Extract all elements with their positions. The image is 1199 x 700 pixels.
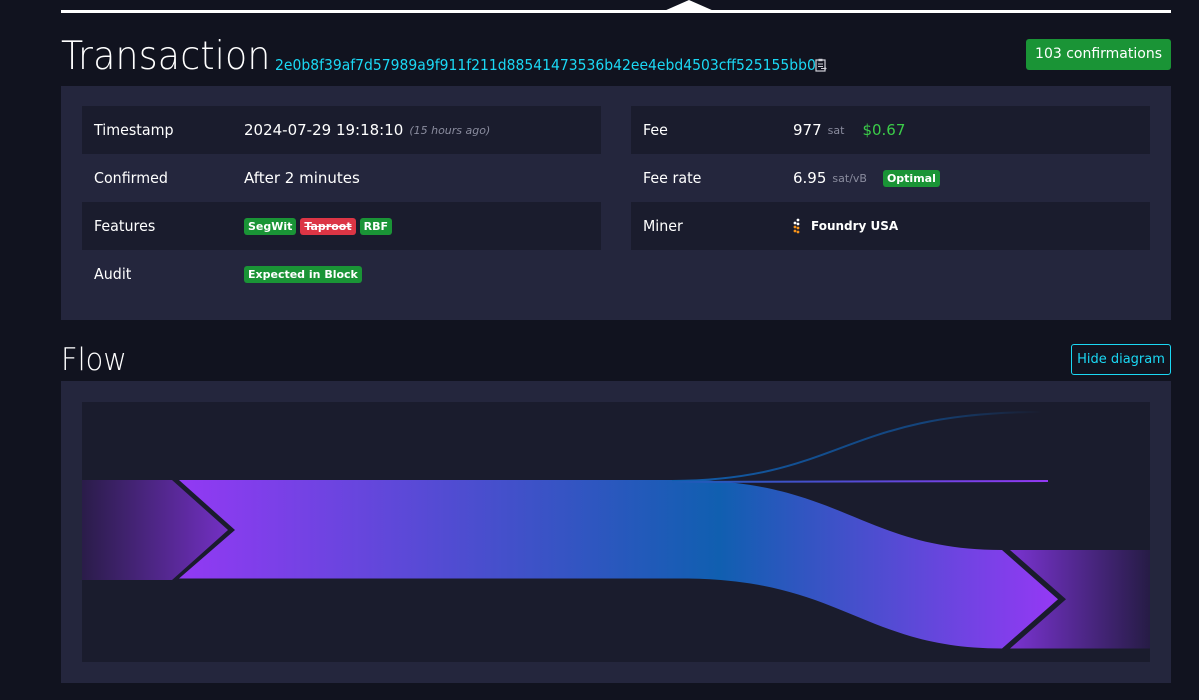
- segwit-badge[interactable]: SegWit: [244, 217, 297, 235]
- timestamp-label: Timestamp: [94, 121, 174, 139]
- transaction-header: Transaction 2e0b8f39af7d57989a9f911f211d…: [61, 32, 1171, 82]
- small-output-flow-line[interactable]: [671, 480, 1049, 483]
- flow-diagram[interactable]: [82, 402, 1150, 662]
- main-flow-band[interactable]: [179, 480, 1058, 649]
- confirmations-badge: 103 confirmations: [1026, 39, 1171, 70]
- details-right-column: Fee 977 sat $0.67 Fee rate 6.95 sat/vB O…: [631, 106, 1150, 250]
- foundry-logo-icon: [793, 218, 800, 234]
- audit-value: Expected in Block: [244, 265, 362, 283]
- fee-unit: sat: [827, 123, 845, 137]
- fee-rate-value: 6.95: [793, 169, 827, 187]
- fee-rate-badge: Optimal: [882, 169, 940, 187]
- fee-rate-value-group: 6.95 sat/vB Optimal: [793, 169, 940, 187]
- fee-fiat: $0.67: [862, 121, 906, 139]
- miner-value-group[interactable]: Foundry USA: [793, 218, 898, 234]
- audit-badge[interactable]: Expected in Block: [244, 265, 362, 283]
- timestamp-row: Timestamp 2024-07-29 19:18:10 (15 hours …: [82, 106, 601, 154]
- miner-name[interactable]: Foundry USA: [811, 219, 898, 233]
- top-divider: [61, 10, 1171, 13]
- clipboard-icon[interactable]: [815, 58, 827, 72]
- fee-rate-row: Fee rate 6.95 sat/vB Optimal: [631, 154, 1150, 202]
- hide-diagram-button[interactable]: Hide diagram: [1071, 344, 1171, 375]
- confirmed-value: After 2 minutes: [244, 169, 360, 187]
- audit-row: Audit Expected in Block: [82, 250, 601, 298]
- fee-label: Fee: [643, 121, 668, 139]
- audit-label: Audit: [94, 265, 132, 283]
- details-left-column: Timestamp 2024-07-29 19:18:10 (15 hours …: [82, 106, 601, 298]
- taproot-badge[interactable]: Taproot: [300, 217, 356, 235]
- confirmed-row: Confirmed After 2 minutes: [82, 154, 601, 202]
- section-pointer-icon: [664, 0, 714, 11]
- features-label: Features: [94, 217, 156, 235]
- page-right-margin: [1171, 0, 1199, 700]
- transaction-details: Timestamp 2024-07-29 19:18:10 (15 hours …: [61, 86, 1171, 320]
- timestamp-value: 2024-07-29 19:18:10: [244, 121, 404, 139]
- flow-diagram-container: [61, 381, 1171, 683]
- confirmed-label: Confirmed: [94, 169, 168, 187]
- timestamp-relative: (15 hours ago): [409, 123, 491, 137]
- features-row: Features SegWit Taproot RBF: [82, 202, 601, 250]
- txid-link[interactable]: 2e0b8f39af7d57989a9f911f211d88541473536b…: [275, 56, 816, 74]
- fee-value-group: 977 sat $0.67: [793, 121, 905, 139]
- miner-label: Miner: [643, 217, 683, 235]
- fee-value: 977: [793, 121, 822, 139]
- miner-row: Miner Foundry USA: [631, 202, 1150, 250]
- features-badges: SegWit Taproot RBF: [244, 217, 392, 235]
- rbf-badge[interactable]: RBF: [359, 217, 392, 235]
- fee-flow-line[interactable]: [671, 411, 1043, 482]
- fee-rate-unit: sat/vB: [832, 171, 867, 185]
- page-title: Transaction: [61, 34, 271, 79]
- fee-rate-label: Fee rate: [643, 169, 702, 187]
- fee-row: Fee 977 sat $0.67: [631, 106, 1150, 154]
- flow-section-title: Flow: [61, 342, 127, 378]
- timestamp-value-group: 2024-07-29 19:18:10 (15 hours ago): [244, 121, 490, 139]
- flow-svg: [82, 411, 1150, 649]
